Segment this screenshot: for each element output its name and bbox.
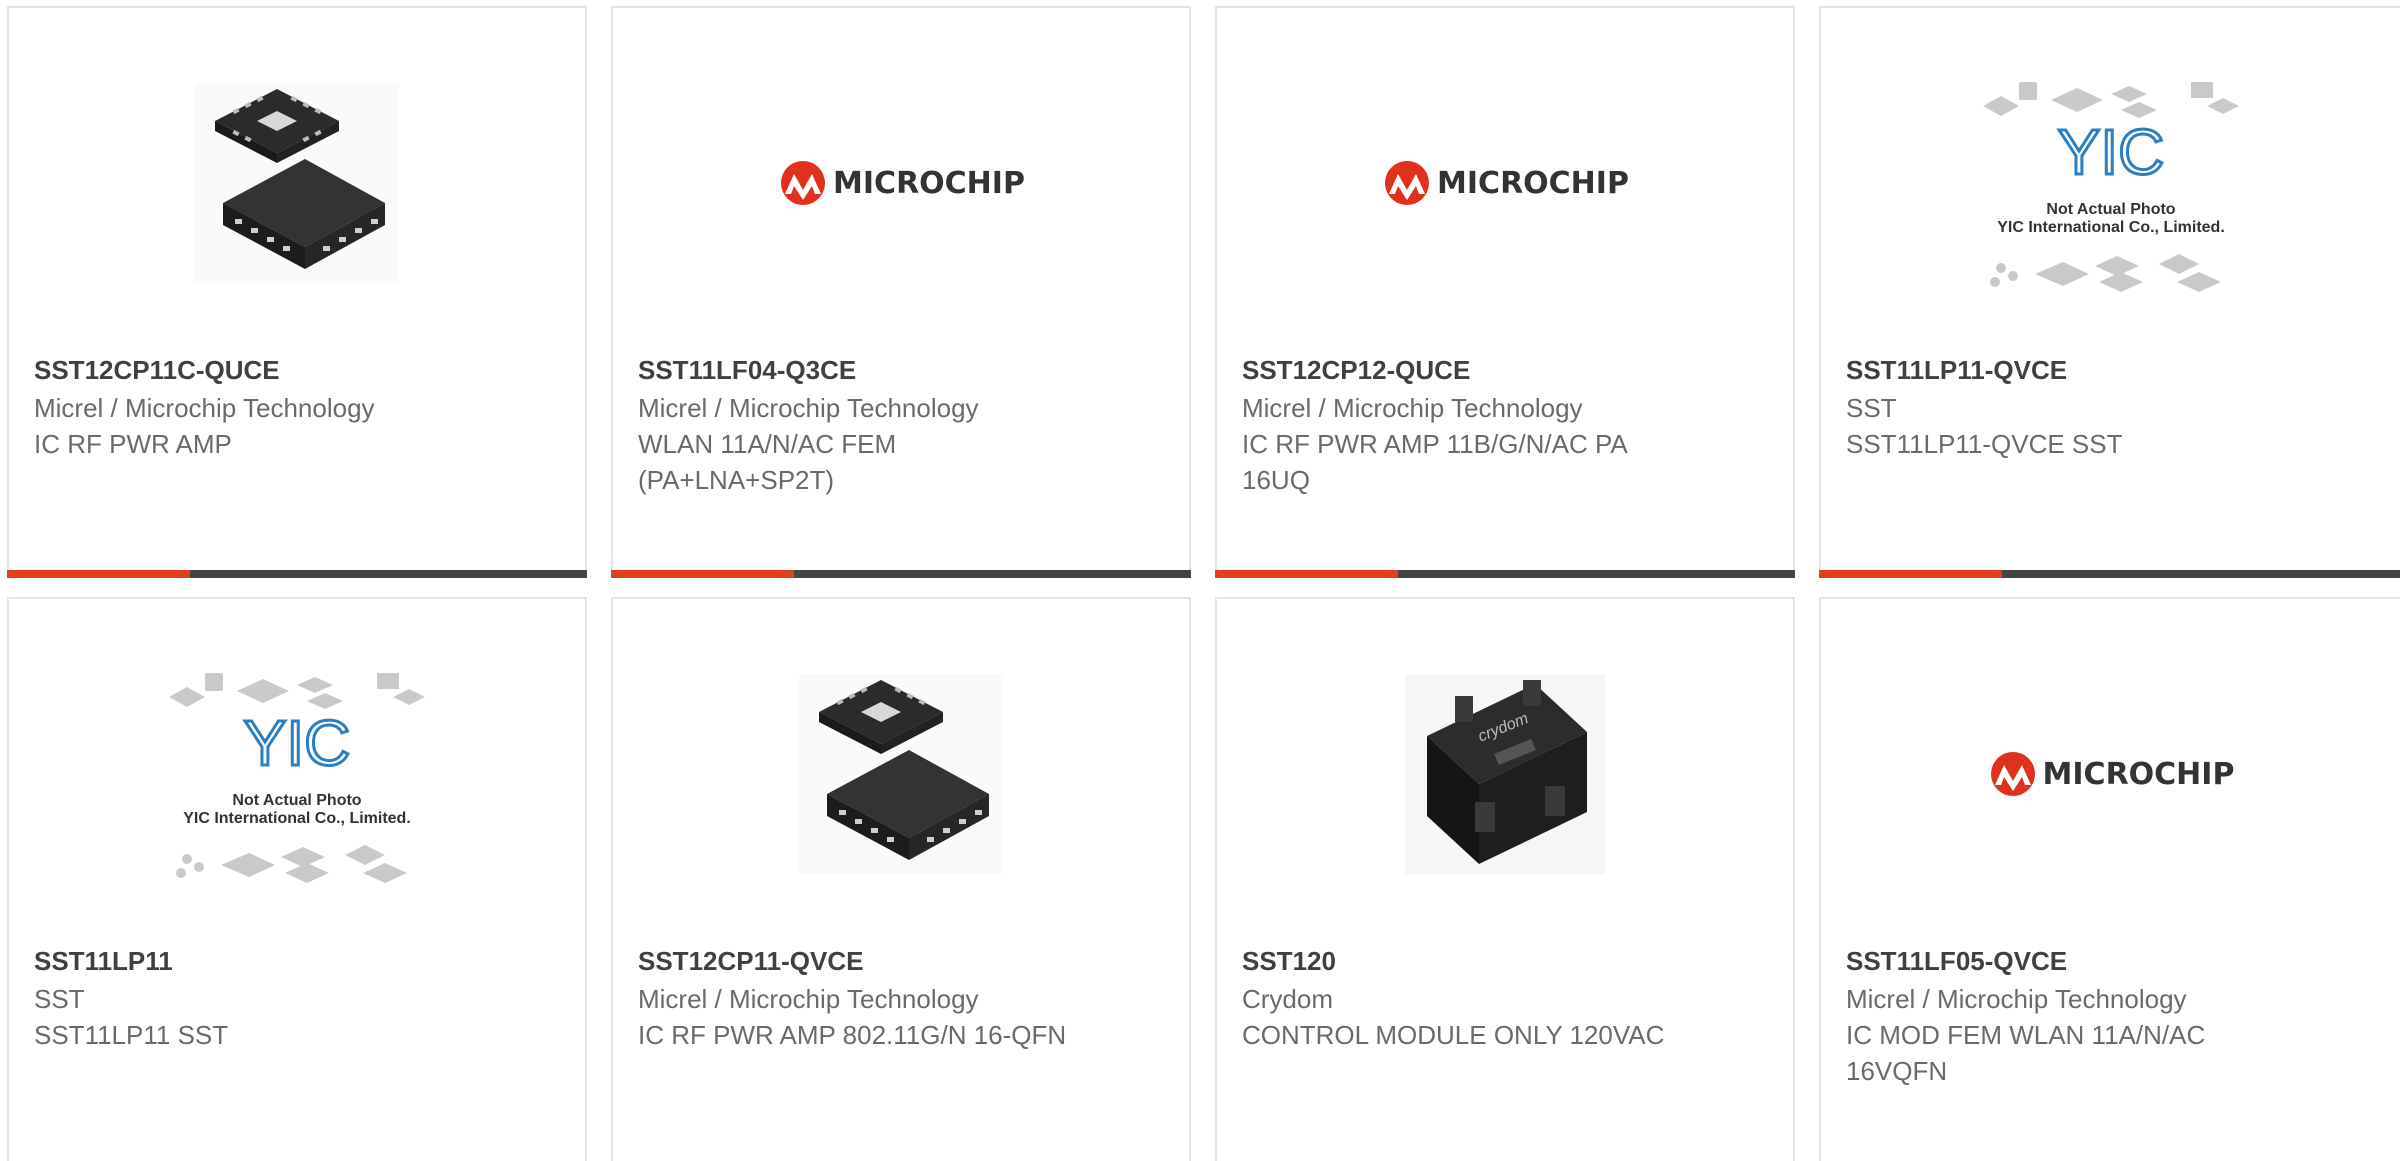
description: SST11LP11 SST xyxy=(34,1020,229,1050)
product-card[interactable]: SST12CP11C-QUCE Micrel / Microchip Techn… xyxy=(7,6,587,578)
microchip-logo: MICROCHIP xyxy=(1381,160,1629,206)
svg-text:YIC International Co., Limited: YIC International Co., Limited. xyxy=(1997,219,2225,236)
part-number[interactable]: SST12CP12-QUCE xyxy=(1242,350,1693,390)
part-number[interactable]: SST120 xyxy=(1242,941,1693,981)
product-card[interactable]: YIC Not Actual Photo YIC International C… xyxy=(1819,6,2400,578)
product-image[interactable] xyxy=(613,659,1189,889)
product-image[interactable]: MICROCHIP xyxy=(1821,659,2400,889)
part-number[interactable]: SST11LP11-QVCE xyxy=(1846,350,2300,390)
product-info: SST12CP11C-QUCE Micrel / Microchip Techn… xyxy=(34,350,485,462)
product-info: SST11LP11 SST SST11LP11 SST xyxy=(34,941,485,1053)
description: CONTROL MODULE ONLY 120VAC xyxy=(1242,1020,1665,1050)
description: SST11LP11-QVCE SST xyxy=(1846,429,2123,459)
manufacturer: Crydom xyxy=(1242,984,1334,1014)
product-info: SST12CP11-QVCE Micrel / Microchip Techno… xyxy=(638,941,1089,1053)
manufacturer: Micrel / Microchip Technology xyxy=(638,393,979,423)
product-info: SST120 Crydom CONTROL MODULE ONLY 120VAC xyxy=(1242,941,1693,1053)
description: IC MOD FEM WLAN 11A/N/AC 16VQFN xyxy=(1846,1020,2206,1086)
part-number[interactable]: SST11LP11 xyxy=(34,941,485,981)
microchip-logo-icon xyxy=(781,161,826,205)
qfn-chip-photo xyxy=(799,674,1003,874)
manufacturer: Micrel / Microchip Technology xyxy=(34,393,375,423)
yic-placeholder: YIC Not Actual Photo YIC International C… xyxy=(1971,76,2251,316)
card-accent-bar xyxy=(1215,570,1795,578)
card-accent-bar xyxy=(611,570,1191,578)
product-image[interactable] xyxy=(9,68,585,298)
product-info: SST11LF05-QVCE Micrel / Microchip Techno… xyxy=(1846,941,2300,1089)
manufacturer: SST xyxy=(1846,393,1897,423)
microchip-logo-icon xyxy=(1385,161,1430,205)
description: IC RF PWR AMP xyxy=(34,429,232,459)
part-number[interactable]: SST12CP11C-QUCE xyxy=(34,350,485,390)
product-image[interactable]: MICROCHIP xyxy=(613,68,1189,298)
svg-text:Not Actual Photo: Not Actual Photo xyxy=(2046,201,2175,218)
manufacturer: SST xyxy=(34,984,85,1014)
part-number[interactable]: SST11LF05-QVCE xyxy=(1846,941,2300,981)
relay-photo: crydom xyxy=(1405,674,1605,874)
svg-text:YIC International Co., Limited: YIC International Co., Limited. xyxy=(183,810,411,827)
manufacturer: Micrel / Microchip Technology xyxy=(638,984,979,1014)
part-number[interactable]: SST12CP11-QVCE xyxy=(638,941,1089,981)
product-card[interactable]: MICROCHIP SST12CP12-QUCE Micrel / Microc… xyxy=(1215,6,1795,578)
manufacturer: Micrel / Microchip Technology xyxy=(1846,984,2187,1014)
part-number[interactable]: SST11LF04-Q3CE xyxy=(638,350,1089,390)
svg-text:YIC: YIC xyxy=(2057,116,2164,188)
product-image[interactable]: crydom xyxy=(1217,659,1793,889)
microchip-logo: MICROCHIP xyxy=(1987,751,2234,797)
description: WLAN 11A/N/AC FEM (PA+LNA+SP2T) xyxy=(638,429,897,495)
yic-placeholder: YIC Not Actual Photo YIC International C… xyxy=(157,667,437,907)
svg-text:YIC: YIC xyxy=(244,707,351,779)
card-accent-bar xyxy=(7,570,587,578)
product-card[interactable]: MICROCHIP SST11LF04-Q3CE Micrel / Microc… xyxy=(611,6,1191,578)
qfn-chip-photo xyxy=(195,83,399,283)
description: IC RF PWR AMP 11B/G/N/AC PA 16UQ xyxy=(1242,429,1627,495)
microchip-logo-icon xyxy=(1990,752,2035,796)
product-card[interactable]: MICROCHIP SST11LF05-QVCE Micrel / Microc… xyxy=(1819,597,2400,1161)
svg-text:Not Actual Photo: Not Actual Photo xyxy=(232,792,361,809)
product-image[interactable]: YIC Not Actual Photo YIC International C… xyxy=(1821,46,2400,346)
product-image[interactable]: MICROCHIP xyxy=(1217,68,1793,298)
microchip-logo: MICROCHIP xyxy=(777,160,1025,206)
product-card[interactable]: YIC Not Actual Photo YIC International C… xyxy=(7,597,587,1161)
card-accent-bar xyxy=(1819,570,2400,578)
product-card[interactable]: crydom SST120 Crydom CONTROL MODULE ONLY… xyxy=(1215,597,1795,1161)
product-card[interactable]: SST12CP11-QVCE Micrel / Microchip Techno… xyxy=(611,597,1191,1161)
product-info: SST11LF04-Q3CE Micrel / Microchip Techno… xyxy=(638,350,1089,498)
product-image[interactable]: YIC Not Actual Photo YIC International C… xyxy=(9,637,585,937)
description: IC RF PWR AMP 802.11G/N 16-QFN xyxy=(638,1020,1067,1050)
product-info: SST12CP12-QUCE Micrel / Microchip Techno… xyxy=(1242,350,1693,498)
manufacturer: Micrel / Microchip Technology xyxy=(1242,393,1583,423)
product-info: SST11LP11-QVCE SST SST11LP11-QVCE SST xyxy=(1846,350,2300,462)
